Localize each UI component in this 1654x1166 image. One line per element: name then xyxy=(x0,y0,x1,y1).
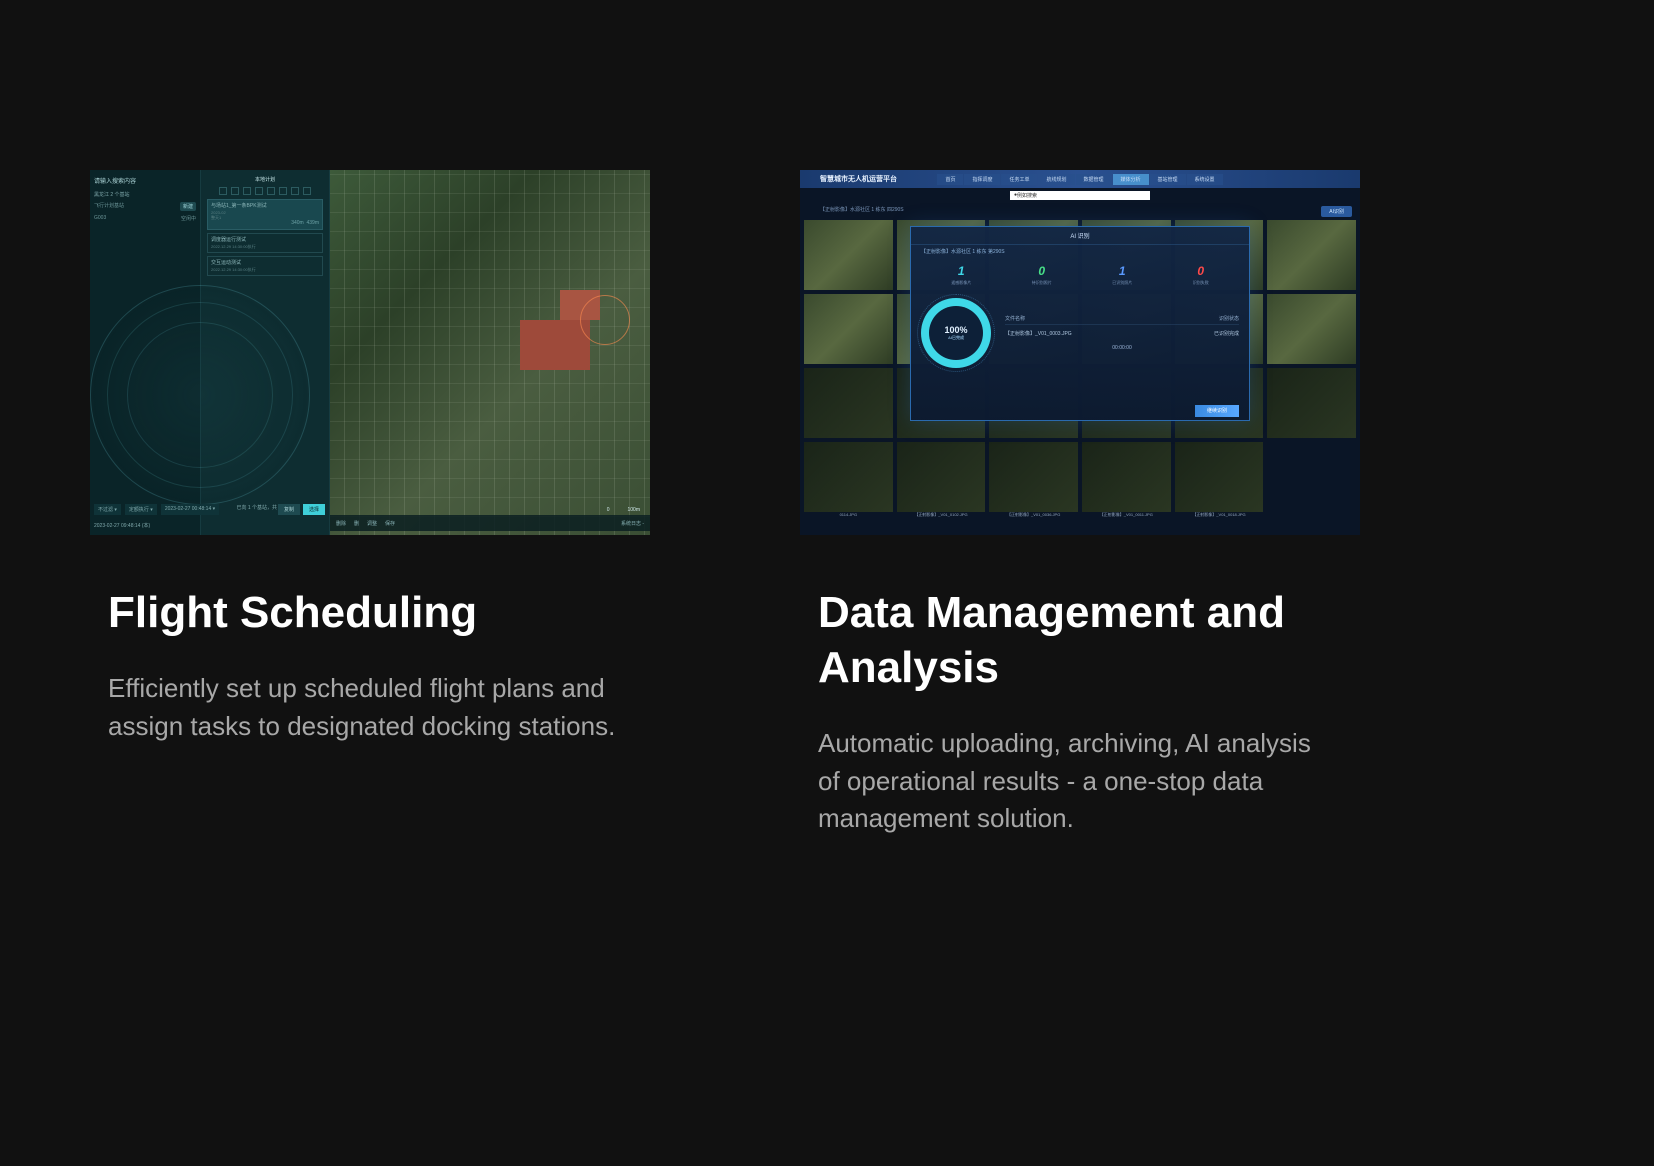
dm-breadcrumb[interactable]: 【正射影像】水源社区 1 栋东 四290S xyxy=(820,206,904,213)
fs-task-1[interactable]: 与场站1_第一条BPK测试 2023-02 整天1 340m 439m xyxy=(207,199,323,230)
dm-thumbnail[interactable] xyxy=(1267,368,1356,438)
data-management-card: 智慧城市无人机运营平台 首页 指挥调度 任务工单 航线规划 数据管理 媒体分析 … xyxy=(800,170,1360,838)
dm-modal-footer: 继续识别 xyxy=(1195,407,1239,414)
dm-file-list: 文件名称 识别状态 【正射影像】_V01_0003.JPG 已识别完成 00:0… xyxy=(1005,315,1239,351)
map-syslog[interactable]: 系统日志 - xyxy=(621,520,644,527)
fs-region-label: 黑龙江 2 个基站 xyxy=(94,191,196,198)
dm-continue-button[interactable]: 继续识别 xyxy=(1195,405,1239,417)
dm-thumbnail[interactable] xyxy=(1267,294,1356,364)
dm-ai-modal: AI 识别 【正射影像】水源社区 1 栋东 第290S 1 遥感影像片 0 待识… xyxy=(910,226,1250,421)
fs-satellite-map[interactable]: 0 100m 删除 删 调整 保存 系统日志 - xyxy=(330,170,650,535)
fs-filter-2[interactable]: 定额执行 ▾ xyxy=(125,504,157,515)
map-btn[interactable]: 删 xyxy=(354,520,359,527)
dm-thumbnail[interactable] xyxy=(1267,220,1356,290)
flight-scheduling-desc: Efficiently set up scheduled flight plan… xyxy=(108,670,628,745)
dm-stat: 1 遥感影像片 xyxy=(951,264,971,286)
fs-new-tag[interactable]: 新建 xyxy=(180,202,196,211)
dm-nav-item[interactable]: 首页 xyxy=(937,174,963,185)
dm-nav-item[interactable]: 基站管理 xyxy=(1150,174,1186,185)
fs-toolbar xyxy=(207,187,323,195)
dm-nav-item[interactable]: 系统设置 xyxy=(1187,174,1223,185)
tool-icon[interactable] xyxy=(279,187,287,195)
dm-stat: 0 识别失败 xyxy=(1193,264,1209,286)
fs-search[interactable]: 请输入搜索内容 xyxy=(94,176,196,185)
dm-progress-area: 100% AI已完成 文件名称 识别状态 【正射影像】_V01_0003.JPG xyxy=(911,292,1249,374)
dm-modal-title: AI 识别 xyxy=(911,227,1249,245)
dm-ai-recognize-button[interactable]: AI识别 xyxy=(1321,206,1352,217)
fs-station-row[interactable]: 飞行计划基站 新建 xyxy=(94,202,196,211)
dm-stats-row: 1 遥感影像片 0 待识别照片 1 已识别照片 0 xyxy=(911,258,1249,292)
map-btn[interactable]: 删除 xyxy=(336,520,346,527)
dm-thumbnail[interactable]: 0114.JPG xyxy=(804,442,893,512)
dm-timer: 00:00:00 xyxy=(1005,345,1239,351)
dm-thumbnail[interactable] xyxy=(804,368,893,438)
fs-tasks-header: 本地计划 xyxy=(207,176,323,183)
map-waypoint-circle xyxy=(580,295,630,345)
dm-nav: 首页 指挥调度 任务工单 航线规划 数据管理 媒体分析 基站管理 系统设置 xyxy=(937,174,1222,185)
dm-stat: 0 待识别照片 xyxy=(1032,264,1052,286)
fs-task-2[interactable]: 调度器运行测试 2022.12.29 14:30:00执行 xyxy=(207,233,323,253)
dm-progress-ring: 100% AI已完成 xyxy=(921,298,991,368)
dm-thumbnail[interactable]: 【正射影像】_V01_0018.JPG xyxy=(1175,442,1264,512)
data-management-screenshot: 智慧城市无人机运营平台 首页 指挥调度 任务工单 航线规划 数据管理 媒体分析 … xyxy=(800,170,1360,535)
fs-filter-1[interactable]: 不过滤 ▾ xyxy=(94,504,121,515)
flight-scheduling-screenshot: 请输入搜索内容 黑龙江 2 个基站 飞行计划基站 新建 G003 空闲中 不过滤… xyxy=(90,170,650,535)
flight-scheduling-title: Flight Scheduling xyxy=(108,585,650,640)
dm-thumbnail[interactable]: 【正射影像】_V01_0011.JPG xyxy=(1082,442,1171,512)
dm-nav-item[interactable]: 任务工单 xyxy=(1001,174,1037,185)
data-management-title: Data Management and Analysis xyxy=(818,585,1360,695)
tool-icon[interactable] xyxy=(267,187,275,195)
data-management-desc: Automatic uploading, archiving, AI analy… xyxy=(818,725,1338,838)
tool-icon[interactable] xyxy=(219,187,227,195)
tool-icon[interactable] xyxy=(231,187,239,195)
flight-scheduling-card: 请输入搜索内容 黑龙江 2 个基站 飞行计划基站 新建 G003 空闲中 不过滤… xyxy=(90,170,650,838)
fs-task-panel: 本地计划 与场站1_第一条BPK测试 2023-02 整天1 340m 439m… xyxy=(200,170,330,535)
dm-thumbnail[interactable]: 【正射影像】_V01_0102.JPG xyxy=(897,442,986,512)
dm-stat: 1 已识别照片 xyxy=(1112,264,1132,286)
map-btn[interactable]: 调整 xyxy=(367,520,377,527)
tool-icon[interactable] xyxy=(243,187,251,195)
dm-nav-item[interactable]: 航线规划 xyxy=(1038,174,1074,185)
fs-copy-button[interactable]: 复制 xyxy=(278,504,300,515)
fs-action-buttons: 复制 选择 xyxy=(278,504,325,515)
feature-cards-container: 请输入搜索内容 黑龙江 2 个基站 飞行计划基站 新建 G003 空闲中 不过滤… xyxy=(0,0,1654,1008)
dm-nav-item[interactable]: 指挥调度 xyxy=(964,174,1000,185)
fs-sidebar: 请输入搜索内容 黑龙江 2 个基站 飞行计划基站 新建 G003 空闲中 不过滤… xyxy=(90,170,200,535)
tool-icon[interactable] xyxy=(291,187,299,195)
dm-thumbnail[interactable] xyxy=(804,220,893,290)
dm-file-row[interactable]: 【正射影像】_V01_0003.JPG 已识别完成 xyxy=(1005,328,1239,339)
fs-device-row[interactable]: G003 空闲中 xyxy=(94,215,196,222)
dm-header: 智慧城市无人机运营平台 首页 指挥调度 任务工单 航线规划 数据管理 媒体分析 … xyxy=(800,170,1360,188)
map-scale: 0 100m xyxy=(607,507,640,513)
fs-task-3[interactable]: 交互运动测试 2022.12.29 14:30:00执行 xyxy=(207,256,323,276)
dm-nav-item-active[interactable]: 媒体分析 xyxy=(1113,174,1149,185)
dm-search-input[interactable]: ● 例如搜索 xyxy=(1010,191,1150,200)
dm-subheader: ● 例如搜索 xyxy=(800,188,1360,202)
dm-nav-item[interactable]: 数据管理 xyxy=(1076,174,1112,185)
dm-platform-title: 智慧城市无人机运营平台 xyxy=(820,174,897,184)
tool-icon[interactable] xyxy=(255,187,263,195)
map-btn[interactable]: 保存 xyxy=(385,520,395,527)
fs-select-button[interactable]: 选择 xyxy=(303,504,325,515)
dm-thumbnail[interactable]: 【正射影像】_V01_0036.JPG xyxy=(989,442,1078,512)
fs-map-toolbar: 删除 删 调整 保存 系统日志 - xyxy=(330,515,650,531)
tool-icon[interactable] xyxy=(303,187,311,195)
fs-timestamp: 2023-02-27 09:48:14 (本) xyxy=(94,522,150,529)
dm-thumbnail[interactable] xyxy=(804,294,893,364)
map-building xyxy=(520,320,590,370)
dm-modal-subtitle: 【正射影像】水源社区 1 栋东 第290S xyxy=(911,245,1249,258)
